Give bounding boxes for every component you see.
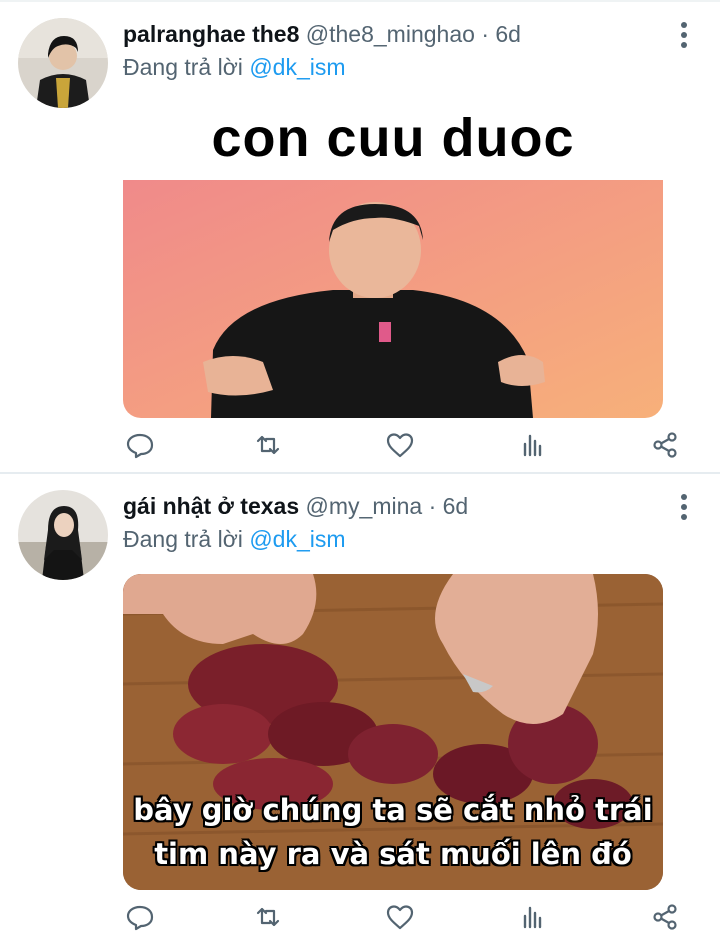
analytics-icon[interactable] xyxy=(519,902,549,932)
share-icon[interactable] xyxy=(650,902,680,932)
avatar[interactable] xyxy=(18,490,108,580)
replying-to: Đang trả lời @dk_ism xyxy=(123,52,346,82)
retweet-icon[interactable] xyxy=(253,430,283,460)
tweet-media-image[interactable]: con cuu duoc xyxy=(123,100,663,418)
media-subtitle-line2: tim này ra và sát muối lên đó xyxy=(154,837,632,871)
avatar[interactable] xyxy=(18,18,108,108)
mention-link[interactable]: @dk_ism xyxy=(249,54,345,80)
like-icon[interactable] xyxy=(385,902,415,932)
retweet-icon[interactable] xyxy=(253,902,283,932)
separator-dot: · xyxy=(428,493,437,519)
display-name[interactable]: palranghae the8 xyxy=(123,21,299,47)
tweet-header: gái nhật ở texas @my_mina · 6d xyxy=(123,490,663,522)
tweet[interactable]: palranghae the8 @the8_minghao · 6d Đang … xyxy=(0,0,720,472)
more-icon[interactable] xyxy=(678,494,690,520)
timestamp[interactable]: 6d xyxy=(495,21,521,47)
tweet-actions xyxy=(123,902,683,932)
user-handle[interactable]: @my_mina xyxy=(306,493,423,519)
reply-icon[interactable] xyxy=(125,902,155,932)
tweet-media-image[interactable]: bây giờ chúng ta sẽ cắt nhỏ trái tim này… xyxy=(123,574,663,890)
separator-dot: · xyxy=(481,21,489,47)
tweet-actions xyxy=(123,430,683,460)
reply-icon[interactable] xyxy=(125,430,155,460)
analytics-icon[interactable] xyxy=(519,430,549,460)
more-icon[interactable] xyxy=(678,22,690,48)
media-subtitle-line1: bây giờ chúng ta sẽ cắt nhỏ trái xyxy=(133,793,653,827)
tweet-header: palranghae the8 @the8_minghao · 6d xyxy=(123,18,663,50)
replying-prefix: Đang trả lời xyxy=(123,526,243,552)
media-caption: con cuu duoc xyxy=(123,100,663,180)
replying-to: Đang trả lời @dk_ism xyxy=(123,524,346,554)
like-icon[interactable] xyxy=(385,430,415,460)
tweet[interactable]: gái nhật ở texas @my_mina · 6d Đang trả … xyxy=(0,472,720,942)
replying-prefix: Đang trả lời xyxy=(123,54,243,80)
mention-link[interactable]: @dk_ism xyxy=(249,526,345,552)
user-handle[interactable]: @the8_minghao xyxy=(306,21,475,47)
display-name[interactable]: gái nhật ở texas xyxy=(123,493,299,519)
timestamp[interactable]: 6d xyxy=(443,493,469,519)
share-icon[interactable] xyxy=(650,430,680,460)
